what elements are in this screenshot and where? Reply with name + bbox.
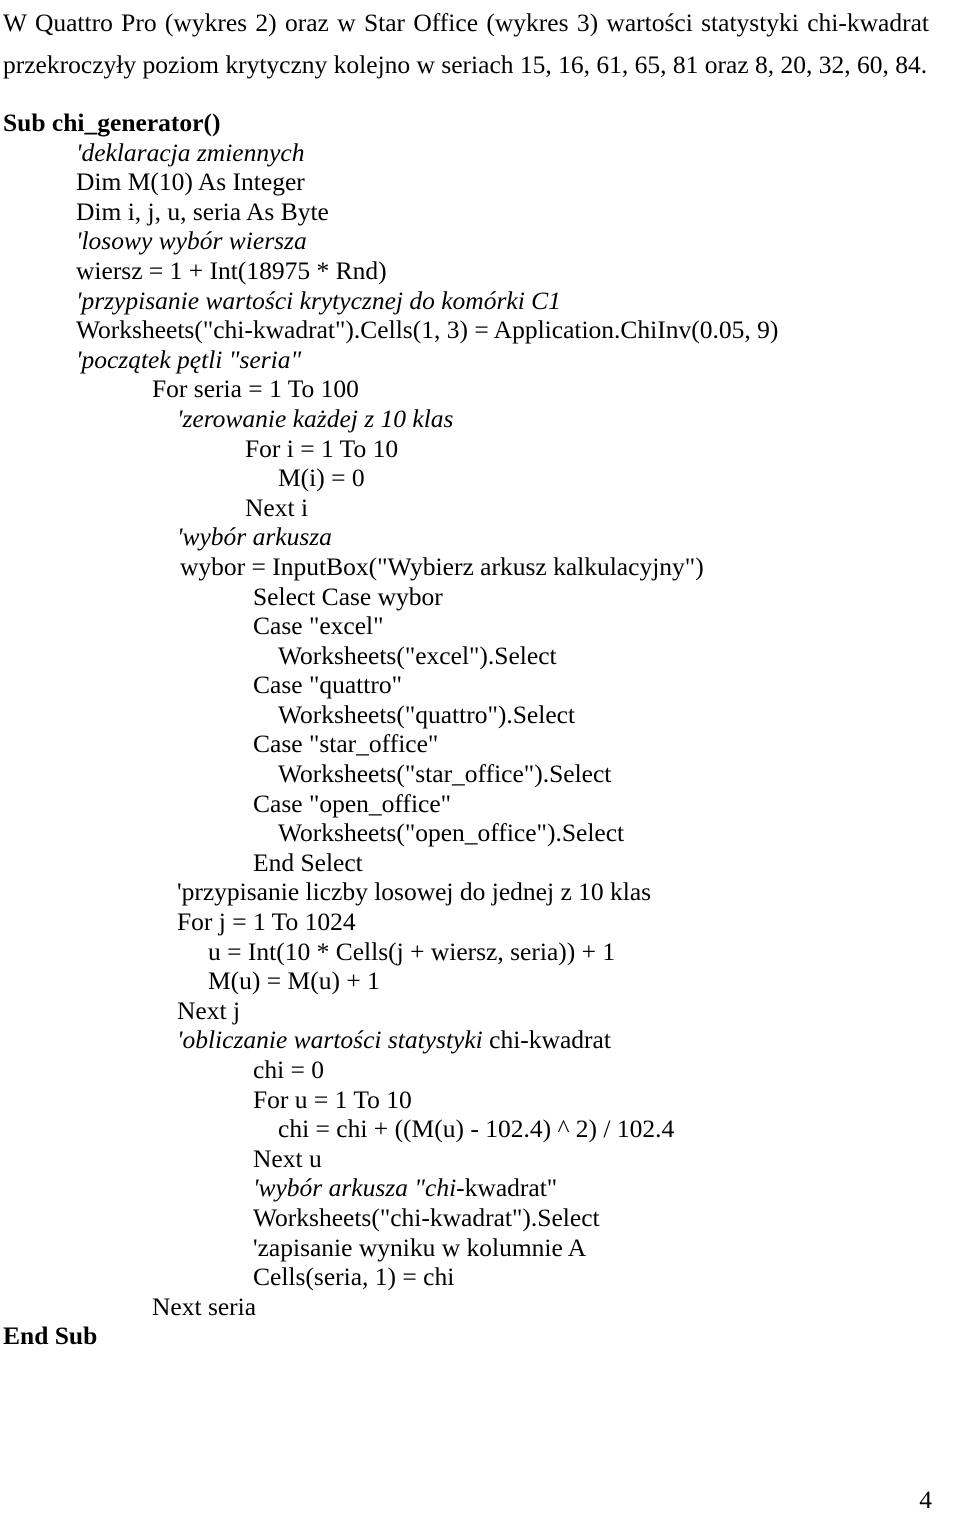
code-line: chi = chi + ((M(u) - 102.4) ^ 2) / 102.4 [0, 1114, 960, 1144]
code-line: Worksheets("excel").Select [0, 641, 960, 671]
code-line: 'przypisanie wartości krytycznej do komó… [0, 286, 960, 316]
code-line: Worksheets("quattro").Select [0, 700, 960, 730]
code-keyword: Sub chi_generator() [3, 108, 221, 137]
code-statement: chi = 0 [253, 1055, 325, 1084]
code-line: Dim M(10) As Integer [0, 167, 960, 197]
code-line: 'obliczanie wartości statystyki chi-kwad… [0, 1025, 960, 1055]
code-line: Next u [0, 1144, 960, 1174]
code-comment-italic: 'obliczanie wartości statystyki [177, 1025, 490, 1055]
code-line: Case "open_office" [0, 789, 960, 819]
code-comment-plain: chi-kwadrat [489, 1025, 611, 1055]
code-statement: End Select [253, 847, 363, 877]
page-number: 4 [919, 1485, 932, 1514]
code-line: Case "quattro" [0, 670, 960, 700]
code-comment-italic: 'wybór arkusza "chi [253, 1173, 457, 1203]
code-line: Next i [0, 493, 960, 523]
code-statement: M(i) = 0 [278, 463, 365, 493]
code-statement: M(u) = M(u) + 1 [208, 966, 380, 996]
code-comment: 'przypisanie wartości krytycznej do komó… [76, 285, 561, 315]
code-statement: Cells(seria, 1) = chi [253, 1262, 455, 1292]
code-comment: 'zerowanie każdej z 10 klas [177, 403, 454, 433]
code-line: M(i) = 0 [0, 463, 960, 493]
code-line: For i = 1 To 10 [0, 434, 960, 464]
code-statement: For seria = 1 To 100 [152, 374, 359, 404]
code-line: Case "star_office" [0, 729, 960, 759]
code-line: For u = 1 To 10 [0, 1085, 960, 1115]
intro-paragraph: W Quattro Pro (wykres 2) oraz w Star Off… [3, 2, 929, 86]
code-statement: Next i [245, 492, 309, 522]
code-line: 'przypisanie liczby losowej do jednej z … [0, 877, 960, 907]
code-line: wybor = InputBox("Wybierz arkusz kalkula… [0, 552, 960, 582]
code-statement: wiersz = 1 + Int(18975 * Rnd) [76, 255, 387, 285]
code-statement: Worksheets("star_office").Select [278, 759, 612, 789]
intro-line-2: przekroczyły poziom krytyczny kolejno w … [3, 50, 928, 79]
code-line: Next seria [0, 1292, 960, 1322]
code-statement: Worksheets("excel").Select [278, 640, 557, 670]
code-line: For j = 1 To 1024 [0, 907, 960, 937]
code-line: Worksheets("open_office").Select [0, 818, 960, 848]
code-line: Worksheets("chi-kwadrat").Cells(1, 3) = … [0, 315, 960, 345]
code-statement: wybor = InputBox("Wybierz arkusz kalkula… [180, 551, 704, 581]
intro-line-1: W Quattro Pro (wykres 2) oraz w Star Off… [3, 8, 929, 37]
code-line: Next j [0, 996, 960, 1026]
code-comment: 'losowy wybór wiersza [76, 226, 307, 256]
code-line: 'losowy wybór wiersza [0, 226, 960, 256]
code-line: Worksheets("star_office").Select [0, 759, 960, 789]
code-line: Cells(seria, 1) = chi [0, 1262, 960, 1292]
code-keyword: End Sub [3, 1321, 98, 1351]
code-line: Select Case wybor [0, 582, 960, 612]
code-line: 'zerowanie każdej z 10 klas [0, 404, 960, 434]
code-statement: Next j [177, 995, 241, 1025]
code-comment: 'początek pętli "seria" [76, 344, 302, 374]
code-statement: Worksheets("quattro").Select [278, 699, 576, 729]
code-statement: u = Int(10 * Cells(j + wiersz, seria)) +… [208, 936, 616, 966]
code-line: 'wybór arkusza "chi-kwadrat" [0, 1173, 960, 1203]
code-line: u = Int(10 * Cells(j + wiersz, seria)) +… [0, 937, 960, 967]
code-statement: For u = 1 To 10 [253, 1084, 412, 1114]
code-comment-plain: -kwadrat" [456, 1173, 558, 1203]
code-line: chi = 0 [0, 1055, 960, 1085]
code-line: 'początek pętli "seria" [0, 345, 960, 375]
code-statement: Case "star_office" [253, 729, 439, 759]
code-statement: For i = 1 To 10 [245, 433, 399, 463]
vba-code-listing: Sub chi_generator()'deklaracja zmiennych… [0, 108, 960, 1351]
code-line: 'wybór arkusza [0, 522, 960, 552]
code-line: Worksheets("chi-kwadrat").Select [0, 1203, 960, 1233]
code-line: Dim i, j, u, seria As Byte [0, 197, 960, 227]
code-statement: Case "open_office" [253, 788, 452, 818]
code-comment: 'deklaracja zmiennych [76, 137, 305, 167]
code-statement: Dim i, j, u, seria As Byte [76, 196, 329, 226]
document-page: W Quattro Pro (wykres 2) oraz w Star Off… [0, 0, 960, 1537]
code-statement: Case "excel" [253, 611, 384, 641]
code-statement: 'przypisanie liczby losowej do jednej z … [177, 877, 652, 907]
code-statement: Select Case wybor [253, 581, 443, 611]
code-statement: Worksheets("chi-kwadrat").Cells(1, 3) = … [76, 315, 779, 345]
code-line: 'deklaracja zmiennych [0, 138, 960, 168]
code-statement: Worksheets("open_office").Select [278, 818, 625, 848]
code-statement: Next u [253, 1143, 322, 1173]
code-line: M(u) = M(u) + 1 [0, 966, 960, 996]
code-statement: 'zapisanie wyniku w kolumnie A [253, 1232, 587, 1262]
code-statement: For j = 1 To 1024 [177, 907, 356, 937]
code-statement: Next seria [152, 1291, 257, 1321]
code-line: End Sub [0, 1321, 960, 1351]
code-line: 'zapisanie wyniku w kolumnie A [0, 1233, 960, 1263]
code-line: wiersz = 1 + Int(18975 * Rnd) [0, 256, 960, 286]
code-statement: Worksheets("chi-kwadrat").Select [253, 1202, 600, 1232]
code-line: End Select [0, 848, 960, 878]
code-statement: Case "quattro" [253, 670, 402, 700]
code-line: Case "excel" [0, 611, 960, 641]
code-statement: chi = chi + ((M(u) - 102.4) ^ 2) / 102.4 [278, 1114, 675, 1144]
code-line: For seria = 1 To 100 [0, 374, 960, 404]
code-statement: Dim M(10) As Integer [76, 167, 305, 197]
code-line: Sub chi_generator() [0, 108, 960, 138]
code-comment: 'wybór arkusza [177, 522, 332, 552]
